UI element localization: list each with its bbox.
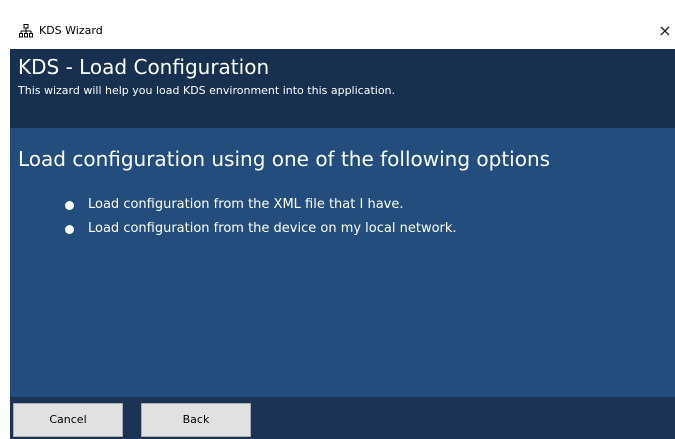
wizard-window: KDS Wizard × KDS - Load Configuration Th… [10,13,675,439]
title-bar: KDS Wizard × [10,13,675,49]
option-local-device[interactable]: Load configuration from the device on my… [65,219,457,239]
close-button[interactable]: × [655,13,675,49]
page-subtitle: This wizard will help you load KDS envir… [18,84,396,97]
wizard-content: Load configuration using one of the foll… [10,128,675,397]
radio-button-local-device[interactable] [65,224,74,234]
option-label: Load configuration from the XML file tha… [88,197,404,212]
option-xml-file[interactable]: Load configuration from the XML file tha… [65,195,404,215]
page: KDS Wizard × KDS - Load Configuration Th… [0,0,675,439]
window-title: KDS Wizard [39,24,103,37]
page-title: KDS - Load Configuration [18,55,270,79]
option-label: Load configuration from the device on my… [88,221,457,236]
radio-button-xml-file[interactable] [65,200,74,210]
section-title: Load configuration using one of the foll… [18,147,551,171]
network-hierarchy-icon [19,24,33,38]
wizard-header: KDS - Load Configuration This wizard wil… [10,49,675,128]
wizard-footer: Cancel Back [10,397,675,439]
back-button[interactable]: Back [141,403,251,437]
cancel-button[interactable]: Cancel [13,403,123,437]
